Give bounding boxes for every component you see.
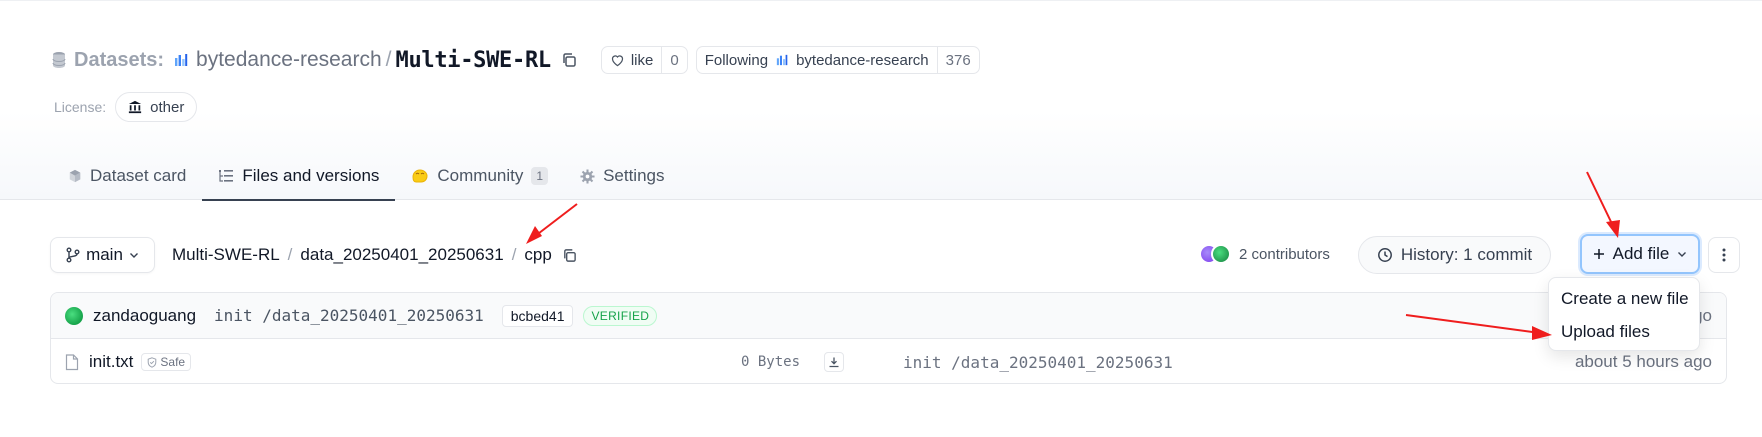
add-file-label: Add file: [1612, 244, 1670, 263]
org-link[interactable]: bytedance-research: [196, 48, 382, 72]
tab-label: Community: [437, 166, 524, 185]
avatar: [65, 306, 83, 325]
tab-label: Settings: [603, 166, 665, 185]
followers-count: 376: [945, 51, 971, 69]
breadcrumb-separator: /: [287, 245, 293, 264]
file-size: 0 Bytes: [741, 354, 801, 370]
history-button[interactable]: History: 1 commit: [1358, 236, 1551, 274]
commit-sha[interactable]: bcbed41: [501, 304, 574, 327]
commit-author[interactable]: zandaoguang: [93, 306, 196, 326]
license-value: other: [150, 98, 185, 116]
download-icon: [829, 357, 839, 368]
file-tree-icon: [219, 170, 234, 182]
clock-icon: [1377, 248, 1392, 262]
vertical-dots-icon: [1722, 248, 1726, 262]
file-table: zandaoguang init /data_20250401_20250631…: [50, 292, 1727, 384]
file-icon: [65, 353, 79, 370]
download-button[interactable]: [824, 352, 844, 372]
upload-files-item[interactable]: Upload files: [1549, 315, 1699, 348]
copy-path-icon[interactable]: [562, 248, 577, 263]
safe-badge: Safe: [141, 353, 192, 371]
tab-dataset-card[interactable]: Dataset card: [52, 152, 202, 200]
tab-label: Dataset card: [90, 166, 187, 185]
add-file-dropdown: Create a new file Upload files: [1548, 277, 1700, 351]
repo-title-row: Datasets: bytedance-research / Multi-SWE…: [52, 44, 980, 76]
breadcrumb-separator: /: [511, 245, 517, 264]
create-new-file-item[interactable]: Create a new file: [1549, 282, 1699, 315]
breadcrumb-repo[interactable]: Multi-SWE-RL: [172, 245, 280, 265]
breadcrumb-current: cpp: [524, 245, 552, 264]
table-row[interactable]: init.txt Safe 0 Bytes init /data_2025040…: [51, 339, 1726, 383]
breadcrumb: Multi-SWE-RL / data_20250401_20250631 / …: [172, 243, 577, 267]
contributors-count: 2 contributors: [1239, 245, 1330, 263]
section-label: Datasets:: [74, 48, 165, 71]
tab-label: Files and versions: [242, 166, 380, 185]
license-label: License:: [54, 99, 107, 115]
repo-tabs: Dataset card Files and versions Communit…: [52, 152, 681, 201]
contributor-avatars: [1199, 244, 1233, 264]
community-count-badge: 1: [531, 167, 549, 185]
like-label: like: [630, 51, 654, 69]
bank-icon: [129, 100, 142, 114]
shield-check-icon: [148, 356, 157, 368]
file-name[interactable]: init.txt: [89, 352, 133, 372]
like-button[interactable]: like 0: [600, 46, 688, 74]
license-row: License: other: [54, 92, 198, 122]
repo-name-link[interactable]: Multi-SWE-RL: [396, 48, 552, 73]
tab-community[interactable]: Community 1: [395, 152, 564, 200]
branch-name: main: [86, 245, 123, 264]
database-icon: [52, 52, 66, 68]
org-logo-icon: [175, 54, 188, 66]
following-org: bytedance-research: [796, 51, 929, 69]
contributors-link[interactable]: 2 contributors: [1199, 244, 1330, 264]
title-separator: /: [385, 48, 392, 71]
safe-label: Safe: [160, 355, 186, 369]
more-options-button[interactable]: [1708, 237, 1740, 273]
history-label: History: 1 commit: [1400, 245, 1533, 264]
heart-icon: [611, 55, 623, 67]
tab-settings[interactable]: Settings: [564, 152, 680, 200]
cube-icon: [69, 169, 81, 183]
copy-icon[interactable]: [561, 52, 577, 68]
file-time: about 5 hours ago: [1574, 352, 1712, 371]
git-branch-icon: [66, 247, 80, 263]
org-logo-small-icon: [776, 54, 788, 66]
license-tag[interactable]: other: [115, 92, 198, 122]
verified-badge: VERIFIED: [583, 305, 658, 326]
community-icon: [412, 169, 428, 183]
last-commit-row: zandaoguang init /data_20250401_20250631…: [51, 293, 1726, 339]
avatar: [1211, 244, 1231, 264]
plus-icon: [1593, 249, 1604, 259]
following-label: Following: [704, 51, 769, 69]
tab-files-and-versions[interactable]: Files and versions: [202, 152, 396, 201]
top-border: [0, 0, 1762, 3]
commit-message[interactable]: init /data_20250401_20250631: [214, 306, 484, 325]
chevron-down-icon: [129, 253, 138, 258]
file-commit-message[interactable]: init /data_20250401_20250631: [903, 353, 1173, 372]
arrow-to-cpp: [526, 203, 578, 244]
gear-icon: [580, 168, 595, 184]
like-count: 0: [670, 51, 679, 69]
breadcrumb-folder[interactable]: data_20250401_20250631: [300, 245, 503, 265]
branch-selector[interactable]: main: [50, 237, 155, 273]
chevron-down-icon: [1678, 252, 1687, 257]
add-file-button[interactable]: Add file: [1580, 234, 1700, 274]
following-button[interactable]: Following bytedance-research 376: [695, 46, 980, 74]
